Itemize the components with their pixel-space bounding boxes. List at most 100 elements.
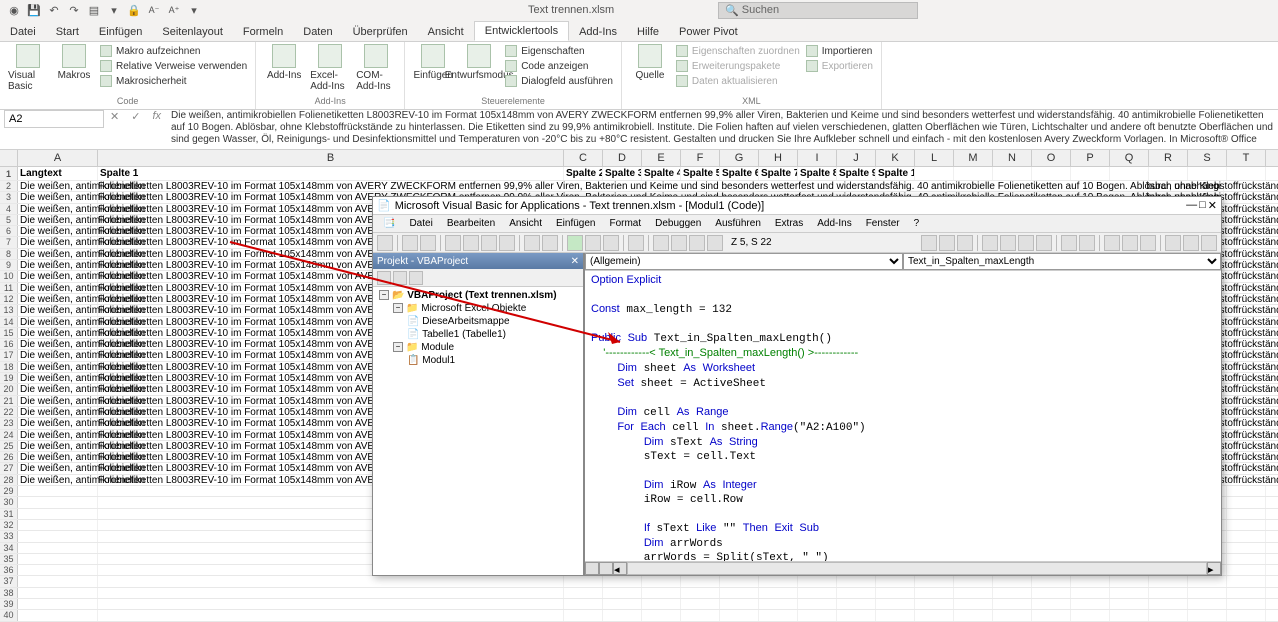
maximize-icon[interactable]: □: [1199, 199, 1206, 212]
cell[interactable]: [564, 588, 603, 598]
row-header[interactable]: 24: [0, 430, 18, 440]
tab-daten[interactable]: Daten: [293, 23, 342, 41]
xml-source-button[interactable]: Quelle: [630, 44, 670, 81]
cell[interactable]: Die weißen, antimikrobiellen: [18, 204, 98, 214]
cell[interactable]: [642, 599, 681, 609]
cell[interactable]: Die weißen, antimikrobiellen: [18, 192, 98, 202]
cell[interactable]: Spalte 8: [798, 167, 837, 180]
tree-folder-modules[interactable]: −📁 Module: [375, 341, 581, 354]
cell[interactable]: [18, 497, 98, 507]
table-row[interactable]: 38: [0, 588, 1278, 599]
macros-button[interactable]: Makros: [54, 44, 94, 81]
cell[interactable]: [720, 576, 759, 586]
close-icon[interactable]: ✕: [1208, 199, 1217, 212]
visual-basic-button[interactable]: Visual Basic: [8, 44, 48, 92]
tab-einfügen[interactable]: Einfügen: [89, 23, 152, 41]
cell[interactable]: [18, 588, 98, 598]
cell[interactable]: [681, 576, 720, 586]
xml-map-button[interactable]: Eigenschaften zuordnen: [676, 44, 800, 58]
row-header[interactable]: 10: [0, 271, 18, 281]
row-header[interactable]: 17: [0, 350, 18, 360]
cell[interactable]: [876, 588, 915, 598]
row-header[interactable]: 21: [0, 396, 18, 406]
vbe-view-excel-icon[interactable]: [377, 235, 393, 251]
tree-folder-excel-objects[interactable]: −📁 Microsoft Excel Objekte: [375, 302, 581, 315]
cell[interactable]: Die weißen, antimikrobiellen: [18, 317, 98, 327]
vbe-save-icon[interactable]: [420, 235, 436, 251]
cell[interactable]: [1149, 576, 1188, 586]
cell[interactable]: [837, 599, 876, 609]
table-row[interactable]: 40: [0, 610, 1278, 621]
cell[interactable]: [1032, 588, 1071, 598]
cell[interactable]: Die weißen, antimikrobiellen: [18, 215, 98, 225]
vbe-redo-icon[interactable]: [542, 235, 558, 251]
cell[interactable]: [603, 610, 642, 620]
cell[interactable]: Die weißen, antimikrobiellen: [18, 237, 98, 247]
vbe-run-icon[interactable]: [567, 235, 583, 251]
tab-entwicklertools[interactable]: Entwicklertools: [474, 21, 569, 41]
cell[interactable]: [993, 599, 1032, 609]
vbe-toolbox-icon[interactable]: [707, 235, 723, 251]
row-header[interactable]: 11: [0, 283, 18, 293]
cell[interactable]: [1188, 588, 1227, 598]
cell[interactable]: [1071, 167, 1110, 180]
tab-power pivot[interactable]: Power Pivot: [669, 23, 748, 41]
vbe-menu-einfügen[interactable]: Einfügen: [550, 218, 601, 229]
vbe-tb2-10[interactable]: [1104, 235, 1120, 251]
cell[interactable]: [720, 599, 759, 609]
cell[interactable]: [18, 543, 98, 553]
com-addins-button[interactable]: COM-Add-Ins: [356, 44, 396, 92]
vbe-object-dropdown[interactable]: (Allgemein): [585, 253, 903, 270]
row-header[interactable]: 30: [0, 497, 18, 507]
undo-icon[interactable]: ↶: [46, 2, 62, 18]
cell[interactable]: [1110, 599, 1149, 609]
cell[interactable]: Die weißen, antimikrobiellen: [18, 441, 98, 451]
cell[interactable]: [642, 588, 681, 598]
vbe-tb2-11[interactable]: [1122, 235, 1138, 251]
vbe-code-editor[interactable]: Option Explicit Const max_length = 132 P…: [585, 271, 1221, 561]
cell[interactable]: Spalte 7: [759, 167, 798, 180]
cell[interactable]: [759, 599, 798, 609]
select-all-corner[interactable]: [0, 150, 18, 166]
vbe-project-tree[interactable]: −📂 VBAProject (Text trennen.xlsm) −📁 Mic…: [373, 287, 583, 575]
table-row[interactable]: 2Die weißen, antimikrobiellenFolienetike…: [0, 181, 1278, 192]
cell[interactable]: Die weißen, antimikrobiellen: [18, 181, 98, 191]
vbe-sys-icon[interactable]: 📑: [377, 218, 401, 229]
cell[interactable]: [759, 610, 798, 620]
row-header[interactable]: 38: [0, 588, 18, 598]
cell[interactable]: [564, 599, 603, 609]
tab-start[interactable]: Start: [46, 23, 89, 41]
cell[interactable]: [837, 610, 876, 620]
row-header[interactable]: 15: [0, 328, 18, 338]
relative-refs-button[interactable]: Relative Verweise verwenden: [100, 59, 247, 73]
vbe-menu-?[interactable]: ?: [908, 218, 926, 229]
cell[interactable]: [798, 610, 837, 620]
search-box[interactable]: 🔍 Suchen: [718, 2, 918, 19]
cell[interactable]: [18, 565, 98, 575]
cell[interactable]: Spalte 10: [876, 167, 915, 180]
cell[interactable]: [1227, 588, 1266, 598]
cell[interactable]: [1110, 588, 1149, 598]
row-header[interactable]: 4: [0, 204, 18, 214]
cell[interactable]: [1032, 610, 1071, 620]
cell[interactable]: [18, 486, 98, 496]
vbe-proj-view-obj-icon[interactable]: [393, 271, 407, 285]
cell[interactable]: [98, 610, 564, 620]
cell[interactable]: [1227, 554, 1266, 564]
row-header[interactable]: 28: [0, 475, 18, 485]
cell[interactable]: [759, 588, 798, 598]
vbe-tb2-5[interactable]: [1000, 235, 1016, 251]
cell[interactable]: Die weißen, antimikrobiellen: [18, 350, 98, 360]
cell[interactable]: [1227, 167, 1266, 180]
col-header-N[interactable]: N: [993, 150, 1032, 166]
row-header[interactable]: 26: [0, 452, 18, 462]
row-header[interactable]: 18: [0, 362, 18, 372]
vbe-paste-icon[interactable]: [481, 235, 497, 251]
cell[interactable]: [876, 599, 915, 609]
cell[interactable]: Die weißen, antimikrobiellen: [18, 373, 98, 383]
tree-project-root[interactable]: −📂 VBAProject (Text trennen.xlsm): [375, 289, 581, 302]
cell[interactable]: Die weißen, antimikrobiellen: [18, 226, 98, 236]
cell[interactable]: [1032, 599, 1071, 609]
more-icon[interactable]: ▾: [106, 2, 122, 18]
cell[interactable]: Die weißen, antimikrobiellen: [18, 283, 98, 293]
